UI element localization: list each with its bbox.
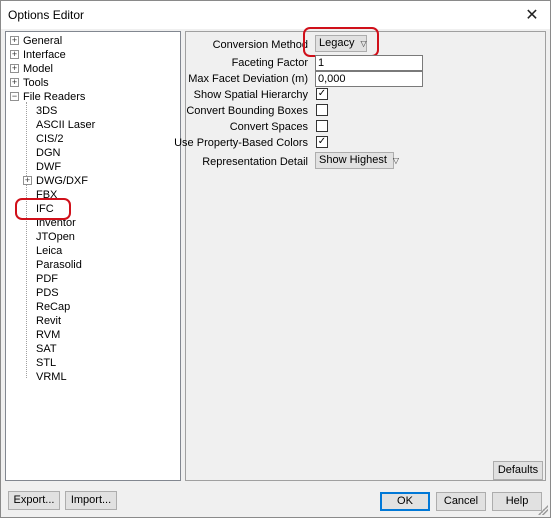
expand-icon[interactable]: + <box>10 64 19 73</box>
tree-item-label: General <box>23 35 63 47</box>
tree-item-3ds[interactable]: 3DS <box>36 104 57 118</box>
show-spatial-hierarchy-label: Show Spatial Hierarchy <box>193 89 308 101</box>
defaults-button[interactable]: Defaults <box>493 461 543 480</box>
ifc-highlight-annotation <box>15 198 71 220</box>
expand-icon[interactable]: + <box>10 78 19 87</box>
show-spatial-hierarchy-checkbox[interactable]: ✓ <box>316 88 328 100</box>
convert-bounding-boxes-checkbox[interactable] <box>316 104 328 116</box>
options-tree[interactable]: + General + Interface + Model + Tools − … <box>5 31 181 481</box>
tree-item-label: Model <box>23 63 53 75</box>
tree-item-label: File Readers <box>23 91 86 103</box>
convert-bounding-boxes-label: Convert Bounding Boxes <box>186 105 308 117</box>
expand-icon[interactable]: + <box>23 176 32 185</box>
tree-item-pdf[interactable]: PDF <box>36 272 58 286</box>
conversion-method-highlight-annotation <box>303 27 379 57</box>
expand-icon[interactable]: + <box>10 50 19 59</box>
tree-item-parasolid[interactable]: Parasolid <box>36 258 82 272</box>
resize-grip-icon[interactable] <box>538 505 548 515</box>
export-button[interactable]: Export... <box>8 491 60 510</box>
use-property-colors-label: Use Property-Based Colors <box>174 137 308 149</box>
representation-detail-dropdown[interactable]: Show Highest ▽ <box>315 152 399 169</box>
tree-item-dwf[interactable]: DWF <box>36 160 61 174</box>
tree-item-sat[interactable]: SAT <box>36 342 57 356</box>
cancel-button[interactable]: Cancel <box>436 492 486 511</box>
expand-icon[interactable]: + <box>10 36 19 45</box>
help-button[interactable]: Help <box>492 492 542 511</box>
tree-item-label: Tools <box>23 77 49 89</box>
ok-button[interactable]: OK <box>380 492 430 511</box>
import-button[interactable]: Import... <box>65 491 117 510</box>
tree-item-cis2[interactable]: CIS/2 <box>36 132 64 146</box>
tree-item-vrml[interactable]: VRML <box>36 370 67 384</box>
close-icon[interactable]: ✕ <box>514 1 550 29</box>
representation-detail-label: Representation Detail <box>202 156 308 168</box>
tree-item-dgn[interactable]: DGN <box>36 146 60 160</box>
window-title: Options Editor <box>8 8 85 22</box>
collapse-icon[interactable]: − <box>10 92 19 101</box>
tree-item-revit[interactable]: Revit <box>36 314 61 328</box>
max-facet-deviation-input[interactable]: 0,000 <box>315 71 423 87</box>
ifc-options-panel: Conversion Method Legacy ▽ Faceting Facto… <box>174 27 546 481</box>
convert-spaces-label: Convert Spaces <box>229 121 308 133</box>
faceting-factor-label: Faceting Factor <box>231 57 308 69</box>
tree-item-pds[interactable]: PDS <box>36 286 59 300</box>
options-editor-window: Options Editor ✕ + General + Interface +… <box>0 0 551 518</box>
tree-item-leica[interactable]: Leica <box>36 244 62 258</box>
tree-item-stl[interactable]: STL <box>36 356 56 370</box>
tree-item-recap[interactable]: ReCap <box>36 300 70 314</box>
tree-item-ascii-laser[interactable]: ASCII Laser <box>36 118 95 132</box>
use-property-colors-checkbox[interactable]: ✓ <box>316 136 328 148</box>
convert-spaces-checkbox[interactable] <box>316 120 328 132</box>
max-facet-deviation-label: Max Facet Deviation (m) <box>188 73 308 85</box>
tree-item-jtopen[interactable]: JTOpen <box>36 230 75 244</box>
tree-guide-line <box>26 102 27 378</box>
tree-item-rvm[interactable]: RVM <box>36 328 60 342</box>
faceting-factor-input[interactable]: 1 <box>315 55 423 71</box>
chevron-down-icon: ▽ <box>392 156 400 165</box>
title-bar: Options Editor ✕ <box>1 1 550 29</box>
conversion-method-label: Conversion Method <box>212 39 308 51</box>
tree-item-label: Interface <box>23 49 66 61</box>
